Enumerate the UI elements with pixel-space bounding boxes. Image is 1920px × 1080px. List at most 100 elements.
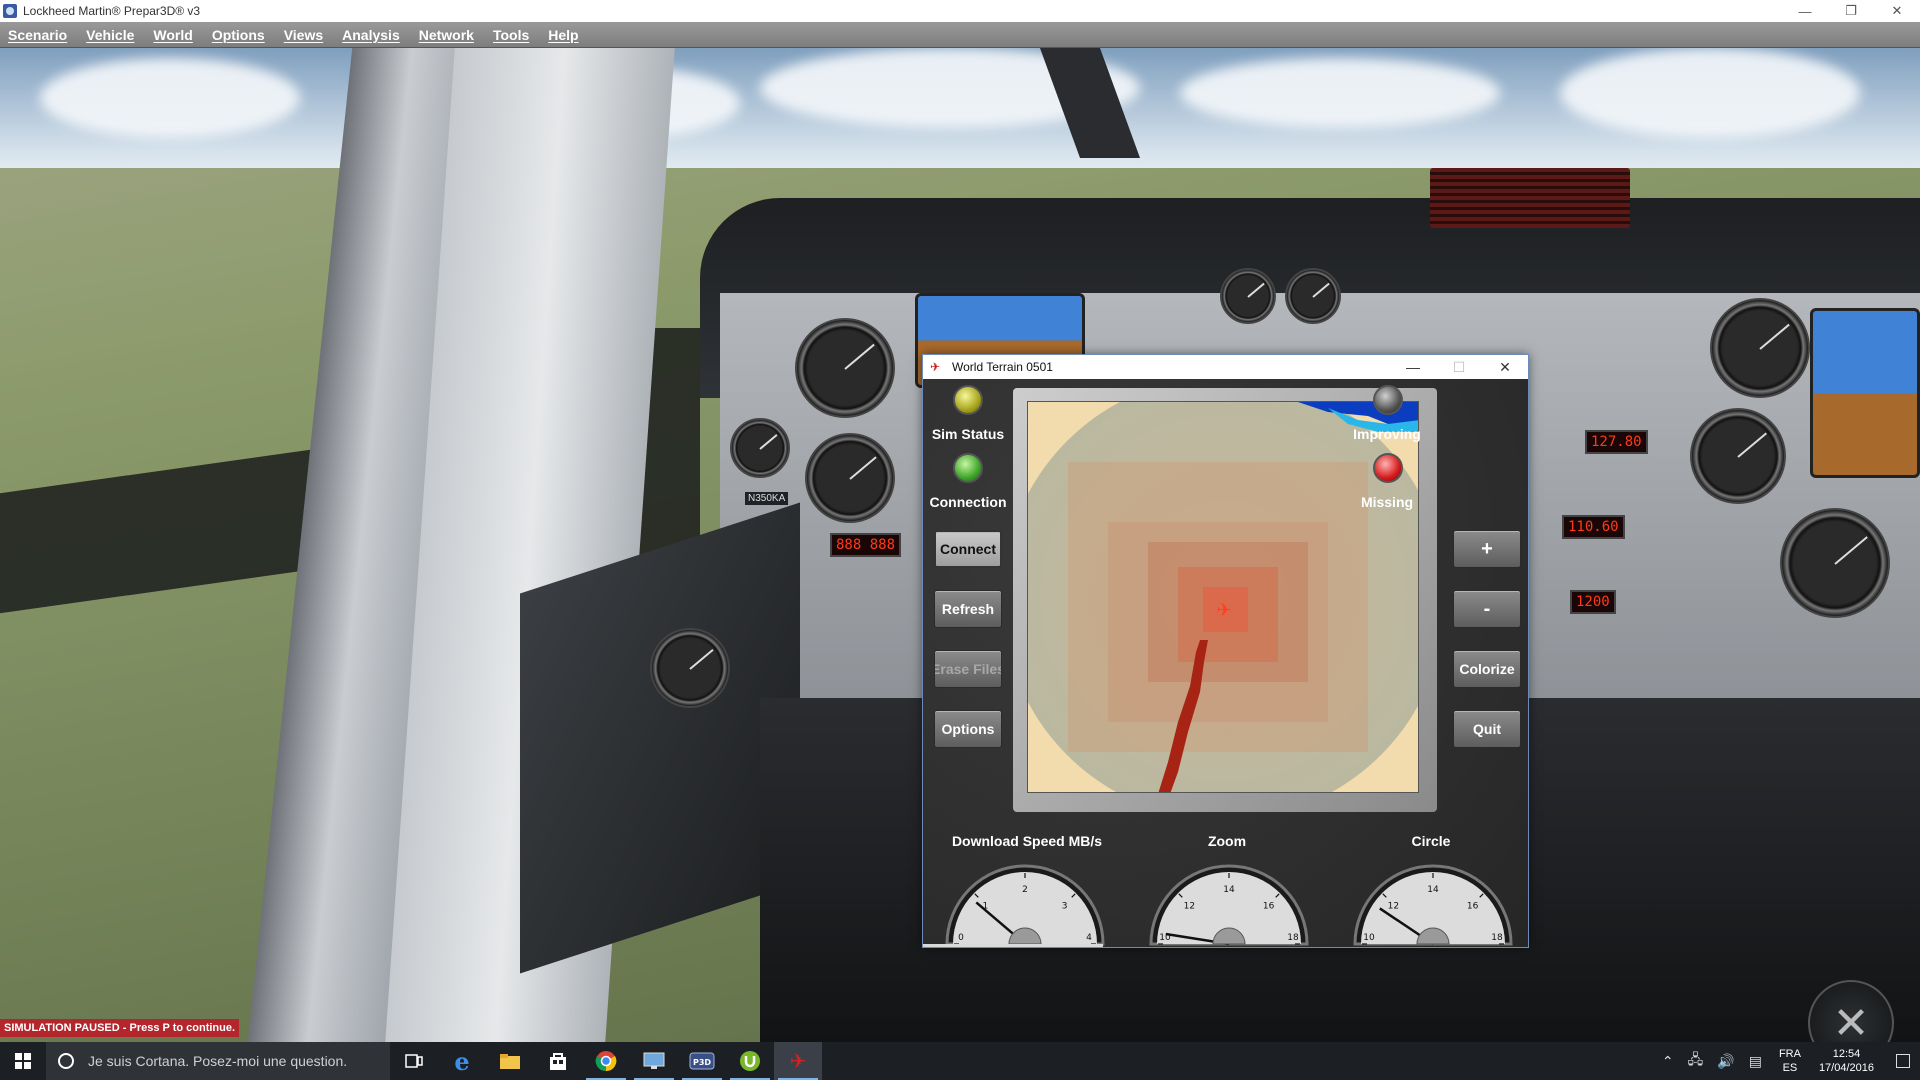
- taskbar-world-terrain[interactable]: ✈: [774, 1042, 822, 1080]
- taskbar-remote-app[interactable]: [630, 1042, 678, 1080]
- start-button[interactable]: [0, 1042, 46, 1080]
- taskbar-store[interactable]: [534, 1042, 582, 1080]
- zoom-dial: 1012141618: [1149, 864, 1309, 946]
- connection-indicator: [953, 453, 983, 483]
- side-gauge: [650, 628, 730, 708]
- dial-tick-label: 18: [1491, 933, 1503, 943]
- utorrent-icon: [740, 1051, 760, 1071]
- dial-tick-label: 4: [1086, 933, 1092, 943]
- aircraft-position-icon: ✈: [1216, 600, 1231, 621]
- zoom-plus-button[interactable]: +: [1453, 530, 1521, 568]
- world-terrain-title: World Terrain 0501: [952, 360, 1053, 374]
- map-frame: ✈: [1013, 388, 1437, 812]
- dial-tick-label: 2: [1022, 885, 1028, 895]
- action-center-message-icon[interactable]: ▤: [1749, 1053, 1762, 1070]
- windows-logo-icon: [15, 1053, 31, 1069]
- copilot-attitude-indicator: [1810, 308, 1920, 478]
- wt-maximize-button: ☐: [1452, 358, 1466, 375]
- menu-world[interactable]: World: [153, 27, 192, 43]
- taskbar-chrome[interactable]: [582, 1042, 630, 1080]
- com1-display: 127.80: [1585, 430, 1648, 454]
- wt-close-button[interactable]: ✕: [1482, 355, 1528, 379]
- system-tray: ⌃ 🖧 🔊 ▤ FRA ES 12:54 17/04/2016: [1655, 1042, 1920, 1080]
- close-button[interactable]: ✕: [1874, 0, 1920, 22]
- menu-network[interactable]: Network: [419, 27, 474, 43]
- chrome-icon: [595, 1051, 617, 1072]
- app-titlebar: Lockheed Martin® Prepar3D® v3 — ❐ ✕: [0, 0, 1920, 22]
- window-controls: — ❐ ✕: [1782, 0, 1920, 22]
- show-desktop-button[interactable]: [1896, 1054, 1910, 1068]
- world-terrain-app-icon: ✈: [930, 360, 941, 374]
- connection-label: Connection: [929, 494, 1007, 510]
- zoom-minus-button[interactable]: -: [1453, 590, 1521, 628]
- dial-tick-label: 12: [1184, 901, 1195, 911]
- dial-tick-label: 10: [1363, 933, 1375, 943]
- download-progress-bar: [923, 944, 1103, 947]
- world-terrain-taskbar-icon: ✈: [789, 1050, 807, 1073]
- clock-date: 17/04/2016: [1818, 1062, 1874, 1074]
- taskbar-file-explorer[interactable]: [486, 1042, 534, 1080]
- missing-label: Missing: [1360, 494, 1414, 510]
- cloud: [40, 58, 300, 138]
- world-terrain-window[interactable]: ✈ World Terrain 0501 — ☐ ✕ Sim Status Co…: [922, 354, 1529, 948]
- world-terrain-body: Sim Status Connection Connect Refresh Er…: [923, 379, 1528, 947]
- taskbar-prepar3d[interactable]: P3D: [678, 1042, 726, 1080]
- task-view-icon: [405, 1054, 423, 1068]
- sim-status-label: Sim Status: [931, 426, 1005, 442]
- colorize-button[interactable]: Colorize: [1453, 650, 1521, 688]
- circle-dial: 10 12 14 16 18: [1353, 864, 1513, 946]
- dial-tick-label: 18: [1287, 933, 1299, 943]
- app-title: Lockheed Martin® Prepar3D® v3: [23, 4, 201, 18]
- volume-icon[interactable]: 🔊: [1717, 1053, 1734, 1070]
- clock-gauge: [730, 418, 790, 478]
- menu-analysis[interactable]: Analysis: [342, 27, 400, 43]
- terrain-coverage-map[interactable]: ✈: [1027, 401, 1419, 793]
- network-icon[interactable]: 🖧: [1688, 1049, 1704, 1073]
- prepar3d-app-icon: [3, 4, 17, 18]
- dial-tick-label: 14: [1223, 885, 1235, 895]
- improving-indicator: [1373, 385, 1403, 415]
- menu-scenario[interactable]: Scenario: [8, 27, 67, 43]
- store-icon: [550, 1053, 566, 1070]
- menu-vehicle[interactable]: Vehicle: [86, 27, 134, 43]
- menu-options[interactable]: Options: [212, 27, 265, 43]
- improving-label: Improving: [1353, 426, 1421, 442]
- input-language-indicator[interactable]: FRA ES: [1779, 1047, 1801, 1075]
- menu-help[interactable]: Help: [548, 27, 578, 43]
- adf-display: 1200: [1570, 590, 1616, 614]
- clock-time: 12:54: [1832, 1048, 1861, 1060]
- dial-tick-label: 16: [1467, 901, 1479, 911]
- world-terrain-titlebar[interactable]: ✈ World Terrain 0501 — ☐ ✕: [923, 355, 1528, 379]
- dial-tick-label: 0: [958, 933, 964, 943]
- quit-button[interactable]: Quit: [1453, 710, 1521, 748]
- cloud: [1180, 58, 1500, 128]
- connect-button[interactable]: Connect: [934, 530, 1002, 568]
- airspeed-gauge: [795, 318, 895, 418]
- taskbar-utorrent[interactable]: [726, 1042, 774, 1080]
- download-speed-label: Download Speed MB/s: [951, 833, 1103, 849]
- erase-files-button: Erase Files: [934, 650, 1002, 688]
- hsi-gauge: [805, 433, 895, 523]
- system-clock[interactable]: 12:54 17/04/2016: [1819, 1047, 1874, 1075]
- dial-tick-label: 16: [1263, 901, 1275, 911]
- menu-tools[interactable]: Tools: [493, 27, 529, 43]
- cortana-search-box[interactable]: Je suis Cortana. Posez-moi une question.: [46, 1042, 390, 1080]
- show-hidden-icons-chevron-up-icon[interactable]: ⌃: [1662, 1053, 1674, 1070]
- task-view-button[interactable]: [390, 1042, 438, 1080]
- keyboard-layout-code: ES: [1782, 1062, 1798, 1074]
- wt-minimize-button[interactable]: —: [1390, 355, 1436, 379]
- refresh-button[interactable]: Refresh: [934, 590, 1002, 628]
- circle-label: Circle: [1411, 833, 1451, 849]
- options-button[interactable]: Options: [934, 710, 1002, 748]
- menu-views[interactable]: Views: [284, 27, 323, 43]
- sim-status-indicator: [953, 385, 983, 415]
- taskbar-edge[interactable]: e: [438, 1042, 486, 1080]
- language-code: FRA: [1778, 1048, 1801, 1060]
- cloud: [1560, 48, 1860, 138]
- tail-number-placard: N350KA: [745, 492, 789, 505]
- cortana-placeholder: Je suis Cortana. Posez-moi une question.: [88, 1053, 348, 1069]
- zoom-label: Zoom: [1207, 833, 1247, 849]
- dial-tick-label: 14: [1427, 885, 1439, 895]
- maximize-button[interactable]: ❐: [1828, 0, 1874, 22]
- minimize-button[interactable]: —: [1782, 0, 1828, 22]
